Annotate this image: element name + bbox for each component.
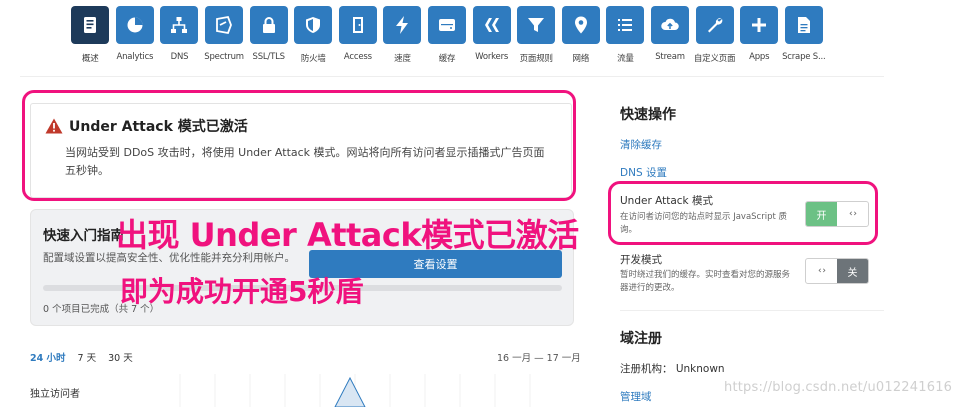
- nav-item-firewall[interactable]: 防火墙: [291, 0, 336, 72]
- nav-item-speed[interactable]: 速度: [380, 0, 425, 72]
- nav-label: 网络: [572, 54, 590, 64]
- lightning-icon: [383, 6, 422, 44]
- wrench-icon: [695, 6, 734, 44]
- annotation-line-2: 即为成功开通5秒盾: [120, 275, 364, 308]
- nav-item-stream[interactable]: Stream: [648, 0, 693, 72]
- shield-speed-icon: [205, 6, 244, 44]
- nav-item-dns[interactable]: DNS: [157, 0, 202, 72]
- toggle-handle-icon: ‹ ›: [817, 266, 826, 276]
- date-range: 16 一月 — 17 一月: [497, 353, 581, 364]
- plus-icon: [740, 6, 779, 44]
- dev-mode-description: 暂时绕过我们的缓存。实时查看对您的源服务器进行的更改。: [620, 270, 791, 293]
- nav-label: Spectrum: [204, 52, 244, 62]
- nav-item-scrape-shield[interactable]: Scrape S...: [782, 0, 827, 72]
- document-icon: [784, 6, 823, 44]
- nav-divider: [20, 76, 884, 77]
- visitors-sparkline: [179, 374, 531, 407]
- overview-icon: [71, 6, 110, 44]
- nav-item-custom-pages[interactable]: 自定义页面: [692, 0, 737, 72]
- nav-label: Access: [343, 52, 372, 62]
- nav-label: 流量: [617, 54, 634, 64]
- nav-label: SSL/TLS: [252, 52, 286, 62]
- door-icon: [338, 6, 377, 44]
- lock-icon: [249, 6, 288, 44]
- nav-label: 页面规则: [519, 54, 553, 64]
- time-range-tabs: 24 小时 7 天 30 天: [30, 350, 133, 364]
- dns-settings-link[interactable]: DNS 设置: [620, 165, 667, 180]
- filter-icon: [517, 6, 556, 44]
- nav-item-cache[interactable]: 缓存: [425, 0, 470, 72]
- dev-mode-title: 开发模式: [620, 254, 662, 266]
- under-attack-highlight-frame: [608, 181, 878, 245]
- watermark-text: https://blog.csdn.net/u012241616: [724, 380, 953, 395]
- network-icon: [160, 6, 199, 44]
- quick-actions-title: 快速操作: [620, 107, 676, 123]
- manage-domain-link[interactable]: 管理域: [620, 389, 652, 404]
- nav-label: DNS: [170, 52, 189, 62]
- nav-label: 防火墙: [300, 54, 326, 64]
- nav-item-overview[interactable]: 概述: [68, 0, 113, 72]
- workers-icon: [472, 6, 511, 44]
- location-pin-icon: [561, 6, 600, 44]
- purge-cache-link[interactable]: 清除缓存: [620, 137, 662, 152]
- nav-item-access[interactable]: Access: [336, 0, 381, 72]
- nav-label: 概述: [81, 54, 99, 64]
- nav-item-analytics[interactable]: Analytics: [113, 0, 158, 72]
- unique-visitors-label: 独立访问者: [30, 389, 80, 400]
- shield-icon: [294, 6, 333, 44]
- alert-highlight-frame: [22, 90, 576, 201]
- nav-item-apps[interactable]: Apps: [737, 0, 782, 72]
- list-icon: [606, 6, 645, 44]
- nav-label: Stream: [655, 52, 685, 62]
- domain-registration-title: 域注册: [620, 331, 662, 347]
- top-nav: 概述 Analytics DNS Spectrum SSL/TLS 防火墙 Ac…: [68, 0, 888, 72]
- nav-label: 缓存: [438, 54, 456, 64]
- nav-item-traffic[interactable]: 流量: [603, 0, 648, 72]
- annotation-line-1: 出现 Under Attack模式已激活: [116, 216, 579, 254]
- nav-label: Analytics: [116, 52, 154, 62]
- nav-label: Scrape S...: [782, 52, 826, 62]
- tab-24h[interactable]: 24 小时: [30, 350, 66, 364]
- nav-item-spectrum[interactable]: Spectrum: [202, 0, 247, 72]
- tab-7d[interactable]: 7 天: [78, 350, 97, 364]
- drive-icon: [428, 6, 467, 44]
- nav-label: 自定义页面: [693, 54, 736, 64]
- nav-label: 速度: [394, 54, 411, 64]
- nav-item-workers[interactable]: Workers: [469, 0, 514, 72]
- cloud-upload-icon: [651, 6, 690, 44]
- nav-item-ssl[interactable]: SSL/TLS: [246, 0, 291, 72]
- nav-item-network[interactable]: 网络: [559, 0, 604, 72]
- nav-label: Apps: [749, 52, 770, 62]
- dev-mode-toggle[interactable]: ‹ › 关: [805, 258, 869, 284]
- sidebar-divider: [620, 310, 884, 311]
- pie-chart-icon: [115, 6, 154, 44]
- tab-30d[interactable]: 30 天: [108, 350, 133, 364]
- nav-label: Workers: [475, 52, 509, 62]
- toggle-off-label: 关: [837, 259, 868, 283]
- nav-item-page-rules[interactable]: 页面规则: [514, 0, 559, 72]
- registrar-value: 注册机构： Unknown: [620, 363, 725, 375]
